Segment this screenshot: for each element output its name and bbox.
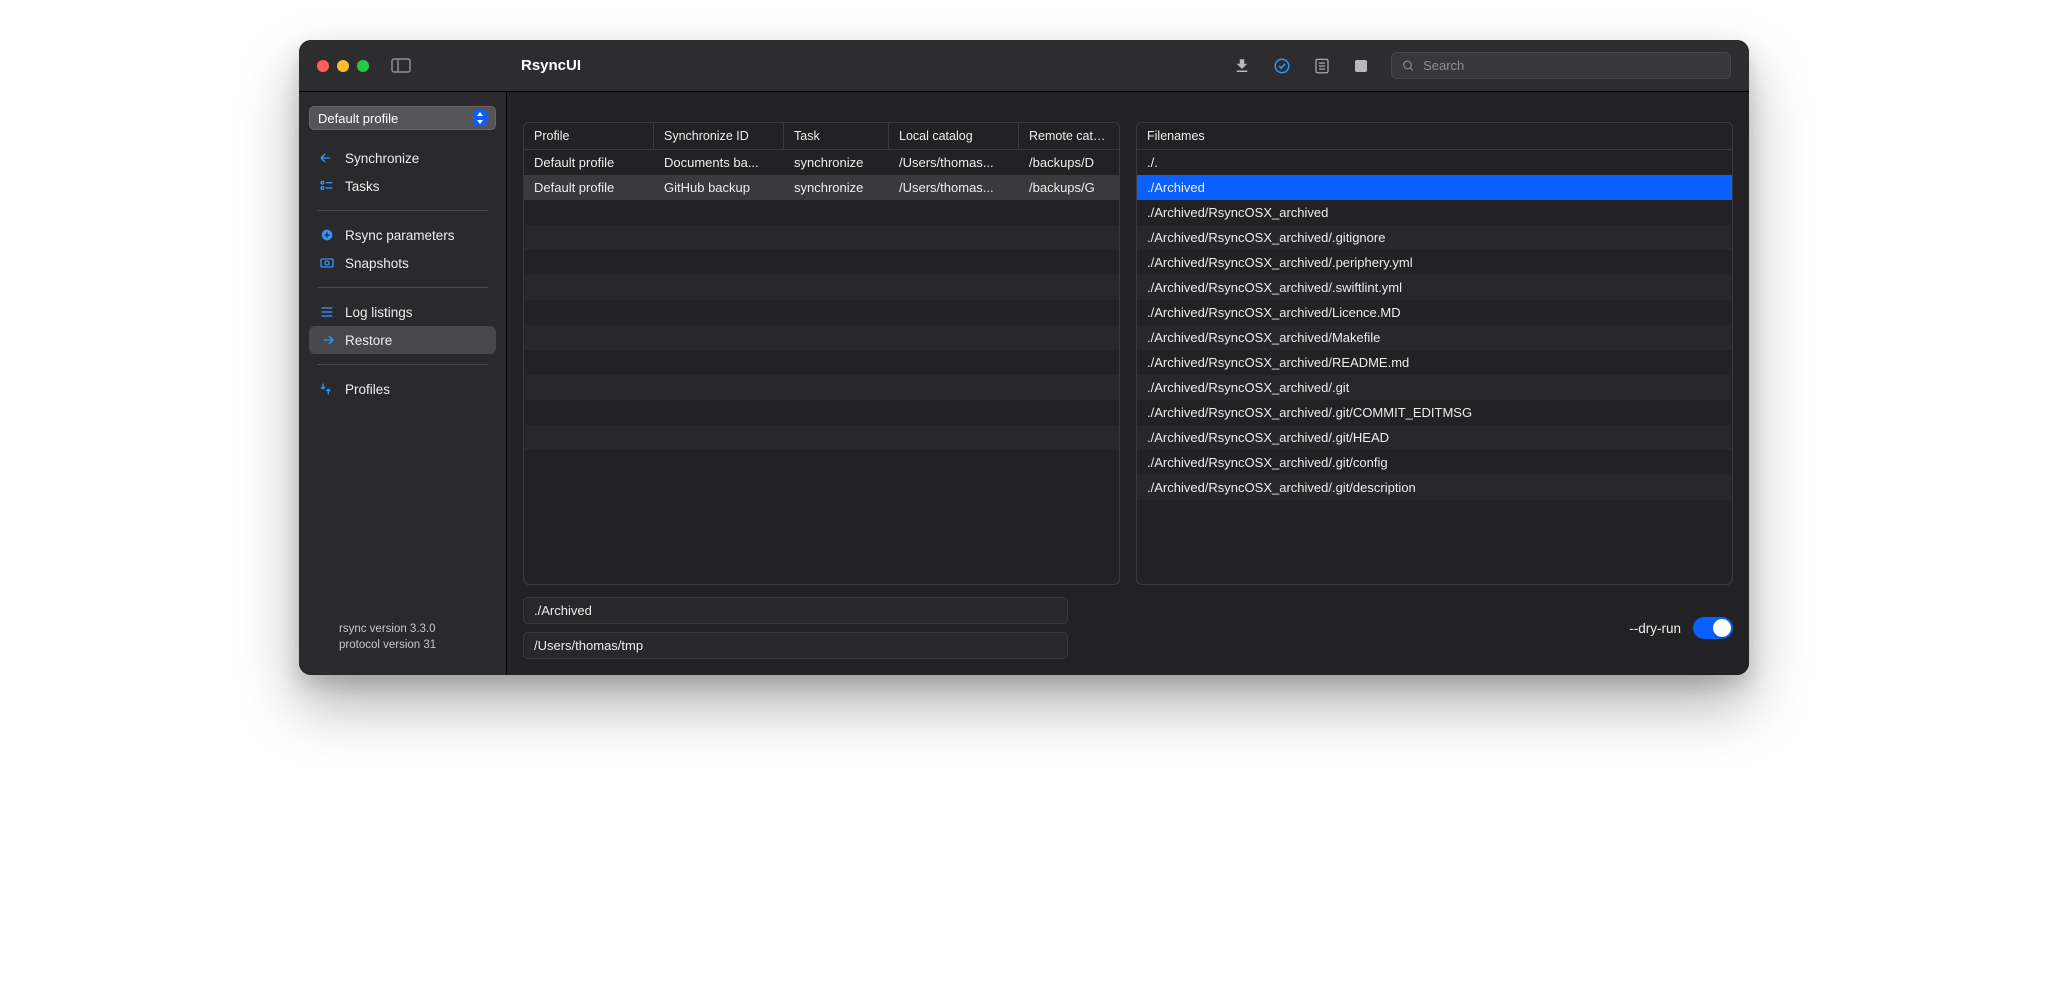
profile-selector[interactable]: Default profile [309, 106, 496, 130]
table-row[interactable] [524, 350, 1119, 375]
file-row[interactable]: ./Archived/RsyncOSX_archived/.git/descri… [1137, 475, 1732, 500]
files-header: Filenames [1137, 123, 1732, 150]
sync-icon [319, 150, 335, 166]
protocol-version: protocol version 31 [339, 637, 496, 653]
table-row[interactable]: Default profileDocuments ba...synchroniz… [524, 150, 1119, 175]
source-path-input[interactable] [523, 597, 1068, 624]
table-row[interactable] [524, 450, 1119, 475]
table-header: Profile Synchronize ID Task Local catalo… [524, 123, 1119, 150]
sidebar-item-log-listings[interactable]: Log listings [309, 298, 496, 326]
window-controls [317, 60, 369, 72]
table-row[interactable] [524, 300, 1119, 325]
sidebar-item-label: Rsync parameters [345, 228, 455, 243]
tasks-icon [319, 178, 335, 194]
divider [317, 287, 488, 288]
dry-run-label: --dry-run [1629, 621, 1681, 636]
file-row[interactable]: ./Archived/RsyncOSX_archived/.git/config [1137, 450, 1732, 475]
file-row[interactable]: ./Archived/RsyncOSX_archived/Licence.MD [1137, 300, 1732, 325]
search-field[interactable] [1391, 52, 1731, 79]
snapshot-icon [319, 255, 335, 271]
stop-icon[interactable] [1353, 58, 1369, 74]
file-row[interactable]: ./Archived/RsyncOSX_archived/README.md [1137, 350, 1732, 375]
table-row[interactable] [524, 250, 1119, 275]
dry-run-toggle[interactable] [1693, 617, 1733, 639]
file-row[interactable]: ./Archived/RsyncOSX_archived/.git/COMMIT… [1137, 400, 1732, 425]
titlebar: RsyncUI [299, 40, 1749, 92]
sidebar-item-rsync-parameters[interactable]: Rsync parameters [309, 221, 496, 249]
table-body: Default profileDocuments ba...synchroniz… [524, 150, 1119, 584]
file-row[interactable]: ./Archived/RsyncOSX_archived/.swiftlint.… [1137, 275, 1732, 300]
col-remote[interactable]: Remote catalog [1019, 123, 1119, 149]
table-row[interactable] [524, 425, 1119, 450]
sidebar-item-synchronize[interactable]: Synchronize [309, 144, 496, 172]
file-row[interactable]: ./Archived/RsyncOSX_archived [1137, 200, 1732, 225]
file-row[interactable]: ./Archived/RsyncOSX_archived/.git [1137, 375, 1732, 400]
destination-path-input[interactable] [523, 632, 1068, 659]
minimize-button[interactable] [337, 60, 349, 72]
file-row[interactable]: ./Archived/RsyncOSX_archived/Makefile [1137, 325, 1732, 350]
search-icon [1402, 59, 1415, 73]
file-row[interactable]: ./Archived/RsyncOSX_archived/.periphery.… [1137, 250, 1732, 275]
restore-icon [319, 332, 335, 348]
col-profile[interactable]: Profile [524, 123, 654, 149]
files-body: ./../Archived./Archived/RsyncOSX_archive… [1137, 150, 1732, 584]
col-task[interactable]: Task [784, 123, 889, 149]
sidebar-item-tasks[interactable]: Tasks [309, 172, 496, 200]
profiles-icon [319, 381, 335, 397]
table-row[interactable] [524, 200, 1119, 225]
table-row[interactable]: Default profileGitHub backupsynchronize/… [524, 175, 1119, 200]
tasks-table: Profile Synchronize ID Task Local catalo… [523, 122, 1120, 585]
col-local[interactable]: Local catalog [889, 123, 1019, 149]
maximize-button[interactable] [357, 60, 369, 72]
check-circle-icon[interactable] [1273, 57, 1291, 75]
search-input[interactable] [1423, 58, 1720, 73]
log-icon [319, 304, 335, 320]
table-row[interactable] [524, 225, 1119, 250]
file-row[interactable]: ./. [1137, 150, 1732, 175]
table-row[interactable] [524, 275, 1119, 300]
sidebar-item-profiles[interactable]: Profiles [309, 375, 496, 403]
rsync-version: rsync version 3.3.0 [339, 621, 496, 637]
col-filenames[interactable]: Filenames [1137, 123, 1732, 149]
sidebar: Default profile Synchronize Tasks Rsync … [299, 92, 507, 675]
chevron-updown-icon [473, 110, 487, 126]
app-title: RsyncUI [521, 57, 581, 74]
sidebar-item-label: Profiles [345, 382, 390, 397]
close-button[interactable] [317, 60, 329, 72]
file-row[interactable]: ./Archived/RsyncOSX_archived/.git/HEAD [1137, 425, 1732, 450]
profile-selector-label: Default profile [318, 111, 398, 126]
list-icon[interactable] [1313, 57, 1331, 75]
params-icon [319, 227, 335, 243]
sidebar-toggle-icon[interactable] [391, 58, 411, 73]
sidebar-item-label: Log listings [345, 305, 413, 320]
divider [317, 210, 488, 211]
file-row[interactable]: ./Archived [1137, 175, 1732, 200]
sidebar-footer: rsync version 3.3.0 protocol version 31 [309, 621, 496, 661]
sidebar-item-snapshots[interactable]: Snapshots [309, 249, 496, 277]
sidebar-item-restore[interactable]: Restore [309, 326, 496, 354]
sidebar-item-label: Tasks [345, 179, 380, 194]
table-row[interactable] [524, 375, 1119, 400]
table-row[interactable] [524, 400, 1119, 425]
download-icon[interactable] [1233, 57, 1251, 75]
table-row[interactable] [524, 325, 1119, 350]
sidebar-item-label: Restore [345, 333, 392, 348]
files-table: Filenames ./../Archived./Archived/RsyncO… [1136, 122, 1733, 585]
file-row[interactable]: ./Archived/RsyncOSX_archived/.gitignore [1137, 225, 1732, 250]
sidebar-item-label: Snapshots [345, 256, 409, 271]
col-sync-id[interactable]: Synchronize ID [654, 123, 784, 149]
divider [317, 364, 488, 365]
sidebar-item-label: Synchronize [345, 151, 419, 166]
